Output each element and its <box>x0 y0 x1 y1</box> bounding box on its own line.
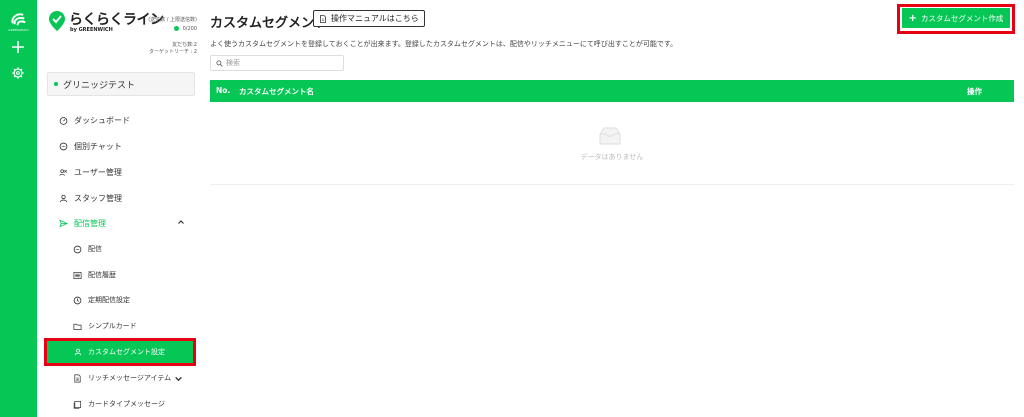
users-icon <box>59 168 67 176</box>
send-stats-number: 0/200 <box>182 26 197 32</box>
sidebar-subitem-label: カスタムセグメント設定 <box>88 348 165 356</box>
sidebar-item-users[interactable]: ユーザー管理 <box>59 164 122 180</box>
page-description: よく使うカスタムセグメントを登録しておくことが出来ます。登録したカスタムセグメン… <box>210 40 678 48</box>
sidebar-subitem-delivery[interactable]: 配信 <box>73 241 102 257</box>
plus-icon[interactable] <box>10 39 26 55</box>
sidebar-subitem-label: 配信 <box>88 245 102 253</box>
search-box[interactable] <box>210 55 344 71</box>
table-header: No. カスタムセグメント名 操作 <box>210 80 1014 102</box>
account-dot <box>54 82 58 86</box>
target-reach: ターゲットリーチ : 2 <box>148 49 197 55</box>
brand-pin-icon <box>49 11 65 31</box>
rail-logo-text: GREENWICH <box>8 28 29 32</box>
sidebar: らくらくライン by GREENWICH (送信数 / 上限送信数) 0/200… <box>37 0 203 417</box>
sidebar-item-label: ダッシュボード <box>74 115 130 125</box>
sidebar-subitem-simple-card[interactable]: シンプルカード <box>73 318 137 334</box>
sidebar-item-dashboard[interactable]: ダッシュボード <box>59 112 130 128</box>
sidebar-subitem-rich-message[interactable]: リッチメッセージアイテム <box>73 370 189 386</box>
sidebar-subitem-label: シンプルカード <box>88 322 137 330</box>
sidebar-item-staff[interactable]: スタッフ管理 <box>59 190 122 206</box>
create-segment-button[interactable]: + カスタムセグメント作成 <box>902 8 1010 28</box>
folder-icon <box>73 323 82 330</box>
sidebar-subitem-history[interactable]: 配信履歴 <box>73 267 116 283</box>
sidebar-item-label: スタッフ管理 <box>74 193 122 203</box>
gear-icon[interactable] <box>11 66 25 80</box>
chat-icon <box>73 245 82 253</box>
page-title: カスタムセグメント <box>210 16 328 31</box>
search-icon <box>216 59 223 67</box>
column-header-actions: 操作 <box>967 87 982 96</box>
account-selector[interactable]: グリニッジテスト <box>47 72 195 96</box>
chevron-down-icon[interactable] <box>174 374 183 383</box>
document-icon <box>74 374 81 382</box>
card-icon <box>73 400 82 409</box>
column-header-name: カスタムセグメント名 <box>239 87 314 96</box>
clock-icon <box>73 296 82 304</box>
chat-icon <box>59 142 68 150</box>
sidebar-item-chat[interactable]: 個別チャット <box>59 138 122 154</box>
sidebar-item-label: ユーザー管理 <box>74 167 122 177</box>
plus-icon: + <box>908 12 917 24</box>
dashboard-icon <box>59 116 68 125</box>
document-icon <box>320 14 326 23</box>
sidebar-subitem-card-type[interactable]: カードタイプメッセージ <box>73 396 165 412</box>
user-icon <box>59 194 68 202</box>
manual-link-button[interactable]: 操作マニュアルはこちら <box>313 10 425 27</box>
empty-state-text: データはありません <box>580 153 644 161</box>
search-input[interactable] <box>226 59 336 67</box>
app-rail: GREENWICH <box>0 0 37 417</box>
user-icon <box>74 348 82 356</box>
empty-inbox-icon <box>599 127 621 145</box>
sidebar-subitem-schedule[interactable]: 定期配信設定 <box>73 292 130 308</box>
sidebar-subitem-label: カードタイプメッセージ <box>88 400 165 408</box>
sidebar-item-label: 個別チャット <box>74 141 122 151</box>
sidebar-item-delivery[interactable]: 配信管理 <box>59 215 106 231</box>
sidebar-subitem-label: リッチメッセージアイテム <box>88 374 172 382</box>
sidebar-subitem-label: 定期配信設定 <box>88 296 130 304</box>
send-stats-label: (送信数 / 上限送信数) <box>148 17 197 23</box>
list-icon <box>73 271 82 279</box>
friend-count: 友だち数:2 <box>172 42 197 48</box>
chevron-up-icon[interactable] <box>177 218 185 226</box>
account-name: グリニッジテスト <box>63 80 136 91</box>
greenwich-logo-icon[interactable] <box>9 10 28 29</box>
brand-subtitle: by GREENWICH <box>70 27 113 33</box>
send-stats-value: 0/200 <box>173 26 197 32</box>
sidebar-item-label: 配信管理 <box>74 218 106 228</box>
sidebar-subitem-custom-segment[interactable]: カスタムセグメント設定 <box>44 338 196 366</box>
create-button-label: カスタムセグメント作成 <box>920 13 1004 23</box>
sidebar-subitem-label: 配信履歴 <box>88 271 116 279</box>
manual-button-label: 操作マニュアルはこちら <box>331 14 419 23</box>
column-header-no: No. <box>216 86 231 95</box>
status-dot <box>173 26 179 31</box>
table-divider <box>210 184 1014 185</box>
send-icon <box>59 219 68 227</box>
